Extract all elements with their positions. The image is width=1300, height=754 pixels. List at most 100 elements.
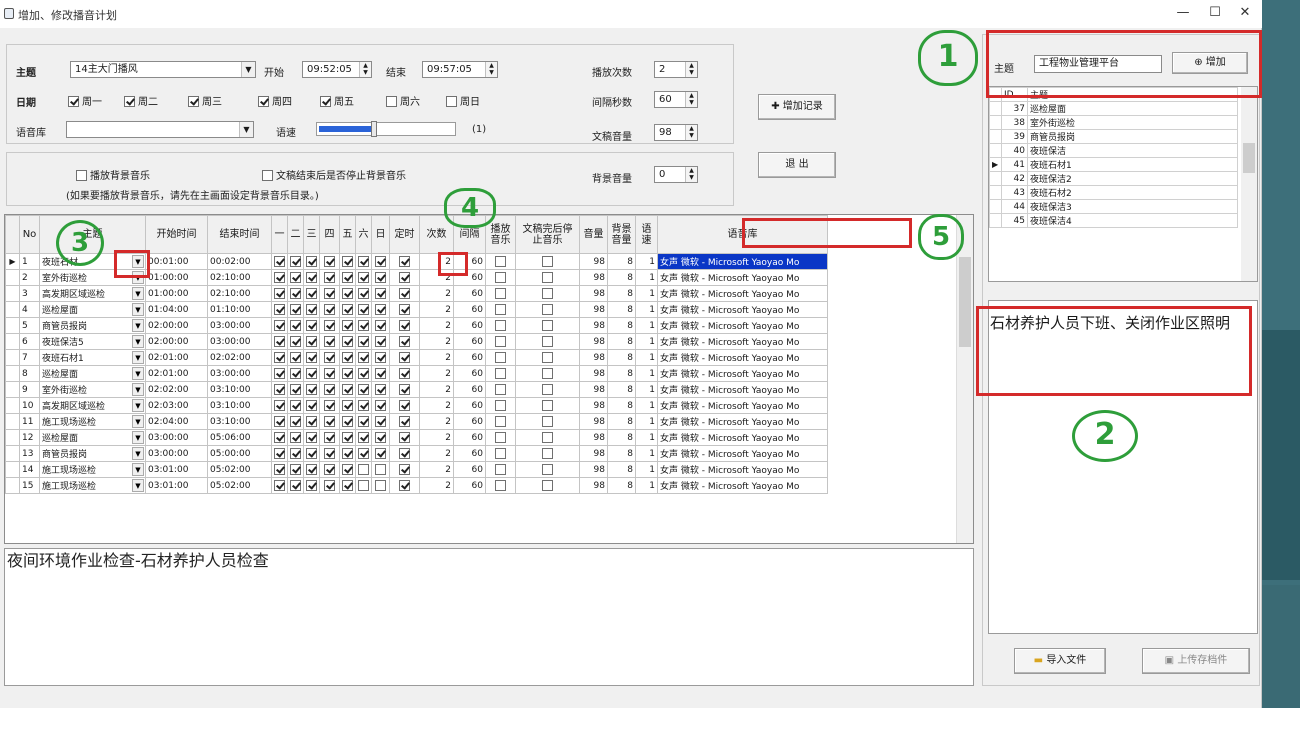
row-end-time[interactable]: 02:02:00 <box>207 349 272 366</box>
row-speed[interactable]: 1 <box>635 253 658 270</box>
checkbox-icon[interactable] <box>290 431 301 443</box>
row-speed[interactable]: 1 <box>635 429 658 446</box>
row-day-checkbox[interactable] <box>319 365 340 382</box>
grid-header-6[interactable]: 三 <box>303 215 320 254</box>
checkbox-icon[interactable] <box>495 335 506 347</box>
row-end-time[interactable]: 03:00:00 <box>207 365 272 382</box>
list-item[interactable]: 38 室外街巡检 <box>989 115 1238 130</box>
row-day-checkbox[interactable] <box>287 285 304 302</box>
checkbox-icon[interactable] <box>358 319 369 331</box>
checkbox-icon[interactable] <box>358 287 369 299</box>
checkbox-icon[interactable] <box>495 399 506 411</box>
row-interval[interactable]: 60 <box>453 397 486 414</box>
row-day-checkbox[interactable] <box>339 253 356 270</box>
grid-header-18[interactable]: 语速 <box>635 215 658 254</box>
play-count-input[interactable]: 2 ▲ ▼ <box>654 61 698 78</box>
row-day-checkbox[interactable] <box>371 397 390 414</box>
table-row[interactable]: 14 施工现场巡检 ▼ 03:01:00 05:02:00 2 60 98 8 1 女声 微软 - … <box>5 461 828 478</box>
checkbox-icon[interactable] <box>306 399 317 411</box>
list-item[interactable]: 40 夜班保洁 <box>989 143 1238 158</box>
grid-header-5[interactable]: 二 <box>287 215 304 254</box>
checkbox-icon[interactable] <box>375 383 386 395</box>
checkbox-icon[interactable] <box>495 383 506 395</box>
checkbox-icon[interactable] <box>542 431 553 443</box>
chevron-down-icon[interactable]: ▼ <box>132 447 144 460</box>
checkbox-icon[interactable] <box>290 351 301 363</box>
row-voice-library[interactable]: 女声 微软 - Microsoft Yaoyao Mo <box>657 381 828 398</box>
row-count[interactable]: 2 <box>419 413 454 430</box>
row-day-checkbox[interactable] <box>271 253 288 270</box>
checkbox-icon[interactable] <box>495 287 506 299</box>
checkbox-icon[interactable] <box>542 351 553 363</box>
row-day-checkbox[interactable] <box>355 445 372 462</box>
theme-list-scrollbar[interactable] <box>1241 87 1257 281</box>
row-music-checkbox[interactable] <box>485 413 516 430</box>
table-row[interactable]: 12 巡检屋面 ▼ 03:00:00 05:06:00 2 60 98 8 1 女声 微软 - Mi… <box>5 429 828 446</box>
row-voice-library[interactable]: 女声 微软 - Microsoft Yaoyao Mo <box>657 445 828 462</box>
row-day-checkbox[interactable] <box>287 477 304 494</box>
row-day-checkbox[interactable] <box>303 317 320 334</box>
checkbox-icon[interactable] <box>324 479 335 491</box>
row-interval[interactable]: 60 <box>453 461 486 478</box>
row-timed-checkbox[interactable] <box>389 317 420 334</box>
row-music-checkbox[interactable] <box>485 461 516 478</box>
checkbox-icon[interactable] <box>542 287 553 299</box>
weekday-sun-checkbox[interactable]: 周日 <box>446 93 480 108</box>
checkbox-icon[interactable] <box>274 367 285 379</box>
grid-header-10[interactable]: 日 <box>371 215 390 254</box>
checkbox-icon[interactable] <box>495 479 506 491</box>
row-end-time[interactable]: 05:06:00 <box>207 429 272 446</box>
row-day-checkbox[interactable] <box>339 301 356 318</box>
checkbox-icon[interactable] <box>342 367 353 379</box>
row-volume[interactable]: 98 <box>579 269 608 286</box>
row-day-checkbox[interactable] <box>355 349 372 366</box>
row-stop-music-checkbox[interactable] <box>515 477 580 494</box>
checkbox-icon[interactable] <box>375 271 386 283</box>
row-day-checkbox[interactable] <box>287 429 304 446</box>
row-bg-volume[interactable]: 8 <box>607 397 636 414</box>
row-day-checkbox[interactable] <box>339 413 356 430</box>
row-voice-library[interactable]: 女声 微软 - Microsoft Yaoyao Mo <box>657 413 828 430</box>
row-interval[interactable]: 60 <box>453 333 486 350</box>
checkbox-icon[interactable] <box>358 463 369 475</box>
row-start-time[interactable]: 03:01:00 <box>145 477 208 494</box>
chevron-down-icon[interactable]: ▼ <box>132 303 144 316</box>
weekday-mon-checkbox[interactable]: 周一 <box>68 93 102 108</box>
checkbox-icon[interactable] <box>290 479 301 491</box>
checkbox-icon[interactable] <box>324 335 335 347</box>
row-day-checkbox[interactable] <box>303 333 320 350</box>
row-music-checkbox[interactable] <box>485 445 516 462</box>
row-day-checkbox[interactable] <box>339 365 356 382</box>
checkbox-icon[interactable] <box>495 367 506 379</box>
row-day-checkbox[interactable] <box>303 253 320 270</box>
checkbox-icon[interactable] <box>324 415 335 427</box>
row-day-checkbox[interactable] <box>339 317 356 334</box>
checkbox-icon[interactable] <box>274 255 285 267</box>
row-start-time[interactable]: 02:01:00 <box>145 349 208 366</box>
checkbox-icon[interactable] <box>375 399 386 411</box>
row-day-checkbox[interactable] <box>355 301 372 318</box>
row-day-checkbox[interactable] <box>355 461 372 478</box>
checkbox-icon[interactable] <box>358 447 369 459</box>
table-row[interactable]: 10 高发期区域巡检 ▼ 02:03:00 03:10:00 2 60 98 8 1 女声 微软 -… <box>5 397 828 414</box>
checkbox-icon[interactable] <box>358 399 369 411</box>
checkbox-icon[interactable] <box>342 303 353 315</box>
row-theme-select[interactable]: 夜班保洁5 ▼ <box>39 333 146 350</box>
checkbox-icon[interactable] <box>342 447 353 459</box>
list-item[interactable]: ▶ 41 夜班石材1 <box>989 157 1238 172</box>
checkbox-icon[interactable] <box>495 255 506 267</box>
row-count[interactable]: 2 <box>419 429 454 446</box>
row-bg-volume[interactable]: 8 <box>607 333 636 350</box>
row-bg-volume[interactable]: 8 <box>607 365 636 382</box>
chevron-down-icon[interactable]: ▼ <box>132 399 144 412</box>
grid-header-2[interactable]: 开始时间 <box>145 215 208 254</box>
checkbox-icon[interactable] <box>306 335 317 347</box>
minimize-button[interactable]: — <box>1168 4 1198 24</box>
table-row[interactable]: 4 巡检屋面 ▼ 01:04:00 01:10:00 2 60 98 8 1 女声 微软 - Mic… <box>5 301 828 318</box>
checkbox-icon[interactable] <box>290 303 301 315</box>
row-day-checkbox[interactable] <box>339 269 356 286</box>
row-music-checkbox[interactable] <box>485 301 516 318</box>
row-start-time[interactable]: 03:01:00 <box>145 461 208 478</box>
checkbox-icon[interactable] <box>274 335 285 347</box>
checkbox-icon[interactable] <box>306 319 317 331</box>
